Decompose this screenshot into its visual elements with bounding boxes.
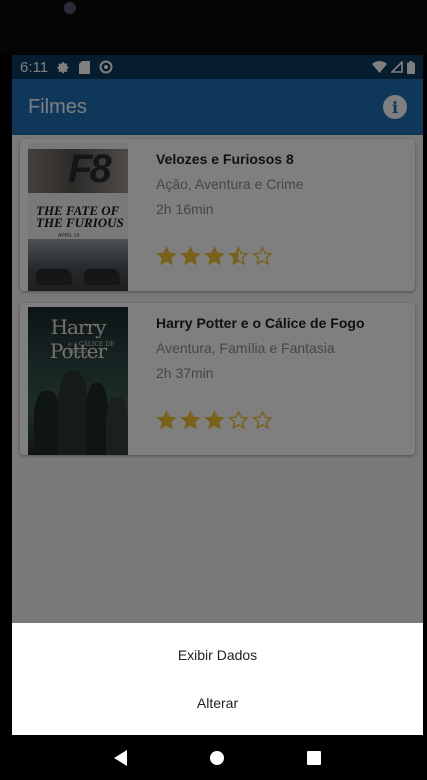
- navigation-bar: [12, 735, 423, 780]
- show-data-option[interactable]: Exibir Dados: [12, 631, 423, 679]
- bottom-sheet: Exibir Dados Alterar: [12, 623, 423, 735]
- edit-option[interactable]: Alterar: [12, 679, 423, 727]
- front-camera: [64, 2, 76, 14]
- back-icon[interactable]: [113, 749, 127, 766]
- recent-apps-icon[interactable]: [307, 750, 322, 765]
- device-top-bezel: [0, 0, 427, 55]
- home-icon[interactable]: [209, 750, 224, 765]
- screen: 6:11 Filmes i F8 THE FATE OF THE FURIOUS…: [12, 55, 423, 735]
